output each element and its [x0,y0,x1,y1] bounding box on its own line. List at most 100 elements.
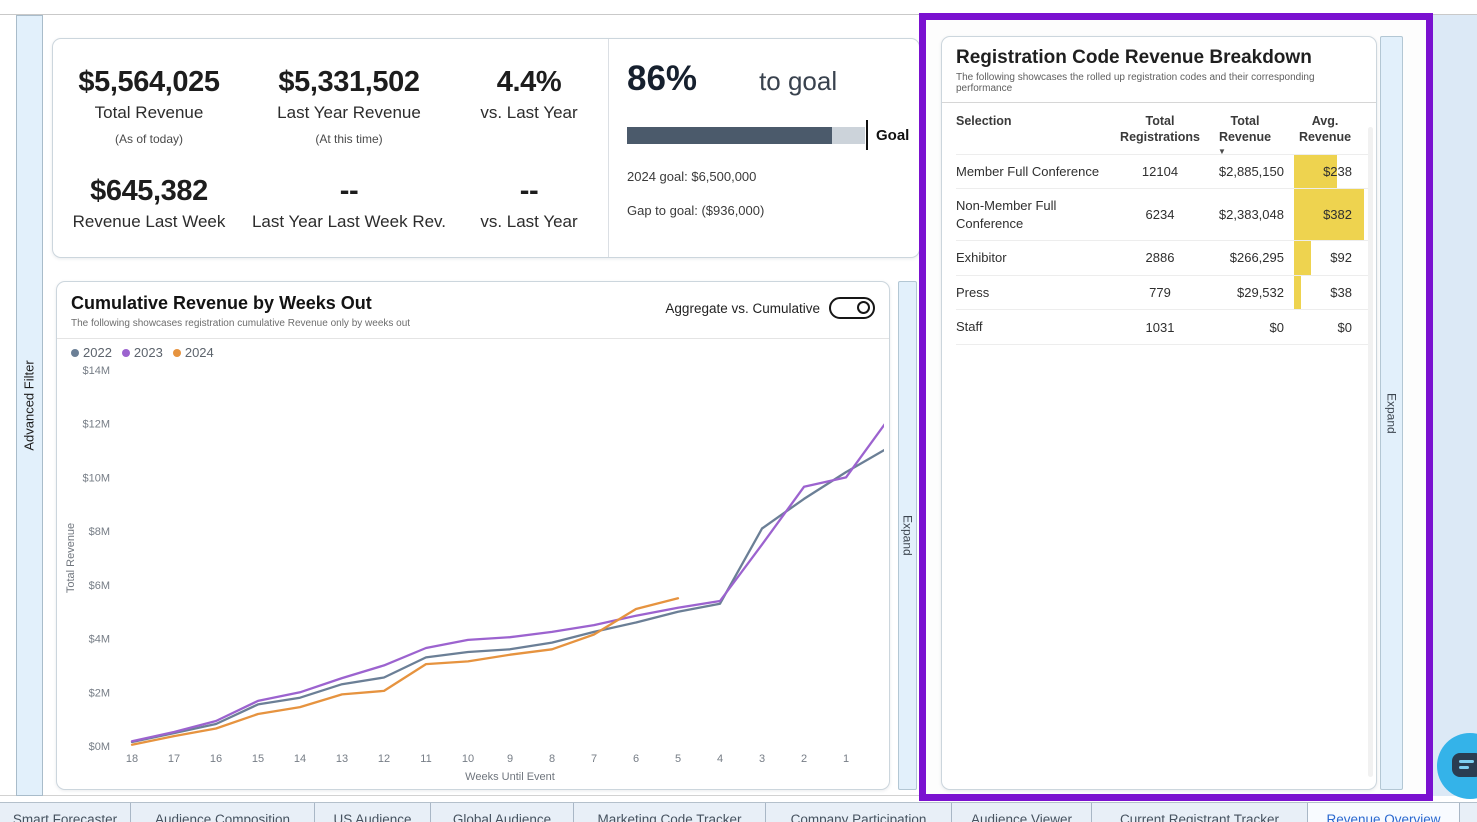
tab-revenue-overview[interactable]: Revenue Overview [1308,803,1460,822]
sort-descending-icon[interactable]: ▼ [1218,147,1226,157]
breakdown-subtitle: The following showcases the rolled up re… [956,72,1362,94]
cell-total-revenue: $0 [1204,320,1286,335]
goal-target-text: 2024 goal: $6,500,000 [627,169,919,184]
svg-text:13: 13 [336,753,348,765]
kpi-label: vs. Last Year [453,103,605,123]
breakdown-table-header: Selection Total Registrations Total Reve… [956,103,1370,155]
tab-smart-forecaster[interactable]: Smart Forecaster [0,803,131,822]
goal-marker-line [866,120,868,150]
avg-revenue-data-bar [1294,241,1311,275]
cell-avg-revenue: $238 [1286,163,1364,181]
cell-selection: Non-Member Full Conference [956,197,1116,232]
kpi-label: Last Year Revenue [245,103,453,123]
advanced-filter-label: Advanced Filter [22,360,37,450]
column-header-text: Total Revenue [1219,114,1271,144]
cell-total-revenue: $2,885,150 [1204,164,1286,179]
purple-annotation-box: Registration Code Revenue Breakdown The … [919,13,1433,801]
cell-total-revenue: $2,383,048 [1204,207,1286,222]
svg-text:$8M: $8M [89,526,110,538]
breakdown-table-body: Member Full Conference12104$2,885,150 $23… [956,155,1370,345]
advanced-filter-rail[interactable]: Advanced Filter [16,15,43,796]
avg-revenue-value: $92 [1330,250,1352,265]
svg-text:8: 8 [549,753,555,765]
cell-total-registrations: 2886 [1116,250,1204,265]
svg-text:6: 6 [633,753,639,765]
chat-bubble-icon [1452,753,1477,777]
cell-selection: Exhibitor [956,249,1116,267]
avg-revenue-value: $238 [1323,164,1352,179]
table-row-exhibitor[interactable]: Exhibitor2886$266,295 $92 [956,241,1370,276]
tab-audience-composition[interactable]: Audience Composition [131,803,315,822]
svg-text:15: 15 [252,753,264,765]
kpi-value: -- [453,176,605,208]
cell-total-registrations: 12104 [1116,164,1204,179]
kpi-value: $645,382 [53,176,245,208]
avg-revenue-value: $0 [1338,320,1352,335]
cell-selection: Staff [956,318,1116,336]
svg-text:2: 2 [801,753,807,765]
tab-us-audience[interactable]: US Audience [315,803,431,822]
svg-text:3: 3 [759,753,765,765]
svg-text:16: 16 [210,753,222,765]
chart-expand-strip[interactable]: Expand [898,281,917,790]
tab-audience-viewer[interactable]: Audience Viewer [952,803,1092,822]
column-header-selection[interactable]: Selection [956,113,1116,146]
column-header-text: Selection [956,114,1012,128]
kpi-sublabel: (At this time) [245,132,453,146]
cell-avg-revenue: $38 [1286,284,1364,302]
breakdown-title: Registration Code Revenue Breakdown [956,47,1362,69]
kpi-last-year-last-week-rev: --Last Year Last Week Rev. [245,176,453,232]
avg-revenue-data-bar [1294,276,1301,310]
kpi-revenue-last-week: $645,382Revenue Last Week [53,176,245,232]
svg-text:14: 14 [294,753,306,765]
svg-text:10: 10 [462,753,474,765]
svg-text:9: 9 [507,753,513,765]
column-header-total-registrations[interactable]: Total Registrations [1116,113,1204,146]
bottom-tab-bar: Smart ForecasterAudience CompositionUS A… [0,802,1477,822]
column-header-text: Total Registrations [1120,114,1200,144]
tab-company-participation[interactable]: Company Participation [766,803,952,822]
goal-progress-track [627,127,865,144]
table-row-staff[interactable]: Staff1031$0$0 [956,310,1370,345]
aggregate-cumulative-toggle-label: Aggregate vs. Cumulative [665,301,820,316]
table-scrollbar[interactable] [1368,127,1373,777]
kpi-total-revenue: $5,564,025Total Revenue(As of today) [53,67,245,146]
kpi-grid: $5,564,025Total Revenue(As of today)$5,3… [53,39,605,232]
svg-text:$4M: $4M [89,634,110,646]
tab-marketing-code-tracker[interactable]: Marketing Code Tracker [574,803,766,822]
svg-text:12: 12 [378,753,390,765]
kpi-value: $5,331,502 [245,67,453,99]
table-row-non-member-full-conference[interactable]: Non-Member Full Conference6234$2,383,048… [956,189,1370,241]
svg-text:7: 7 [591,753,597,765]
aggregate-cumulative-toggle[interactable] [829,297,875,319]
kpi-vs-last-year: -- vs. Last Year [453,176,605,232]
breakdown-table: Selection Total Registrations Total Reve… [942,103,1376,345]
cell-total-revenue: $266,295 [1204,250,1286,265]
goal-progress-bar: Goal [627,120,919,150]
tab-global-audience[interactable]: Global Audience [431,803,574,822]
goal-gap-text: Gap to goal: ($936,000) [627,203,919,218]
chart-subtitle: The following showcases registration cum… [71,318,873,329]
kpi-label: vs. Last Year [453,212,605,232]
kpi-value: -- [245,176,453,208]
column-header-total-revenue[interactable]: Total Revenue ▼ [1204,113,1286,146]
kpi-vs-last-year: 4.4%vs. Last Year [453,67,605,146]
tab-bar-filler [1460,803,1477,822]
table-row-member-full-conference[interactable]: Member Full Conference12104$2,885,150 $23… [956,155,1370,190]
svg-text:$6M: $6M [89,580,110,592]
cell-selection: Member Full Conference [956,163,1116,181]
cell-avg-revenue: $0 [1286,318,1364,336]
table-expand-strip[interactable]: Expand [1380,36,1403,790]
chart-header: Cumulative Revenue by Weeks Out The foll… [57,282,889,339]
svg-text:11: 11 [420,753,431,765]
cell-selection: Press [956,284,1116,302]
avg-revenue-value: $38 [1330,285,1352,300]
table-row-press[interactable]: Press779$29,532$38 [956,276,1370,311]
goal-percent: 86% [627,59,697,99]
column-header-avg-revenue[interactable]: Avg. Revenue [1286,113,1364,146]
right-margin-area [1433,15,1477,796]
cell-total-registrations: 779 [1116,285,1204,300]
table-expand-label: Expand [1385,393,1399,434]
tab-current-registrant-tracker[interactable]: Current Registrant Tracker [1092,803,1308,822]
kpi-last-year-revenue: $5,331,502 Last Year Revenue (At this time… [245,67,453,146]
